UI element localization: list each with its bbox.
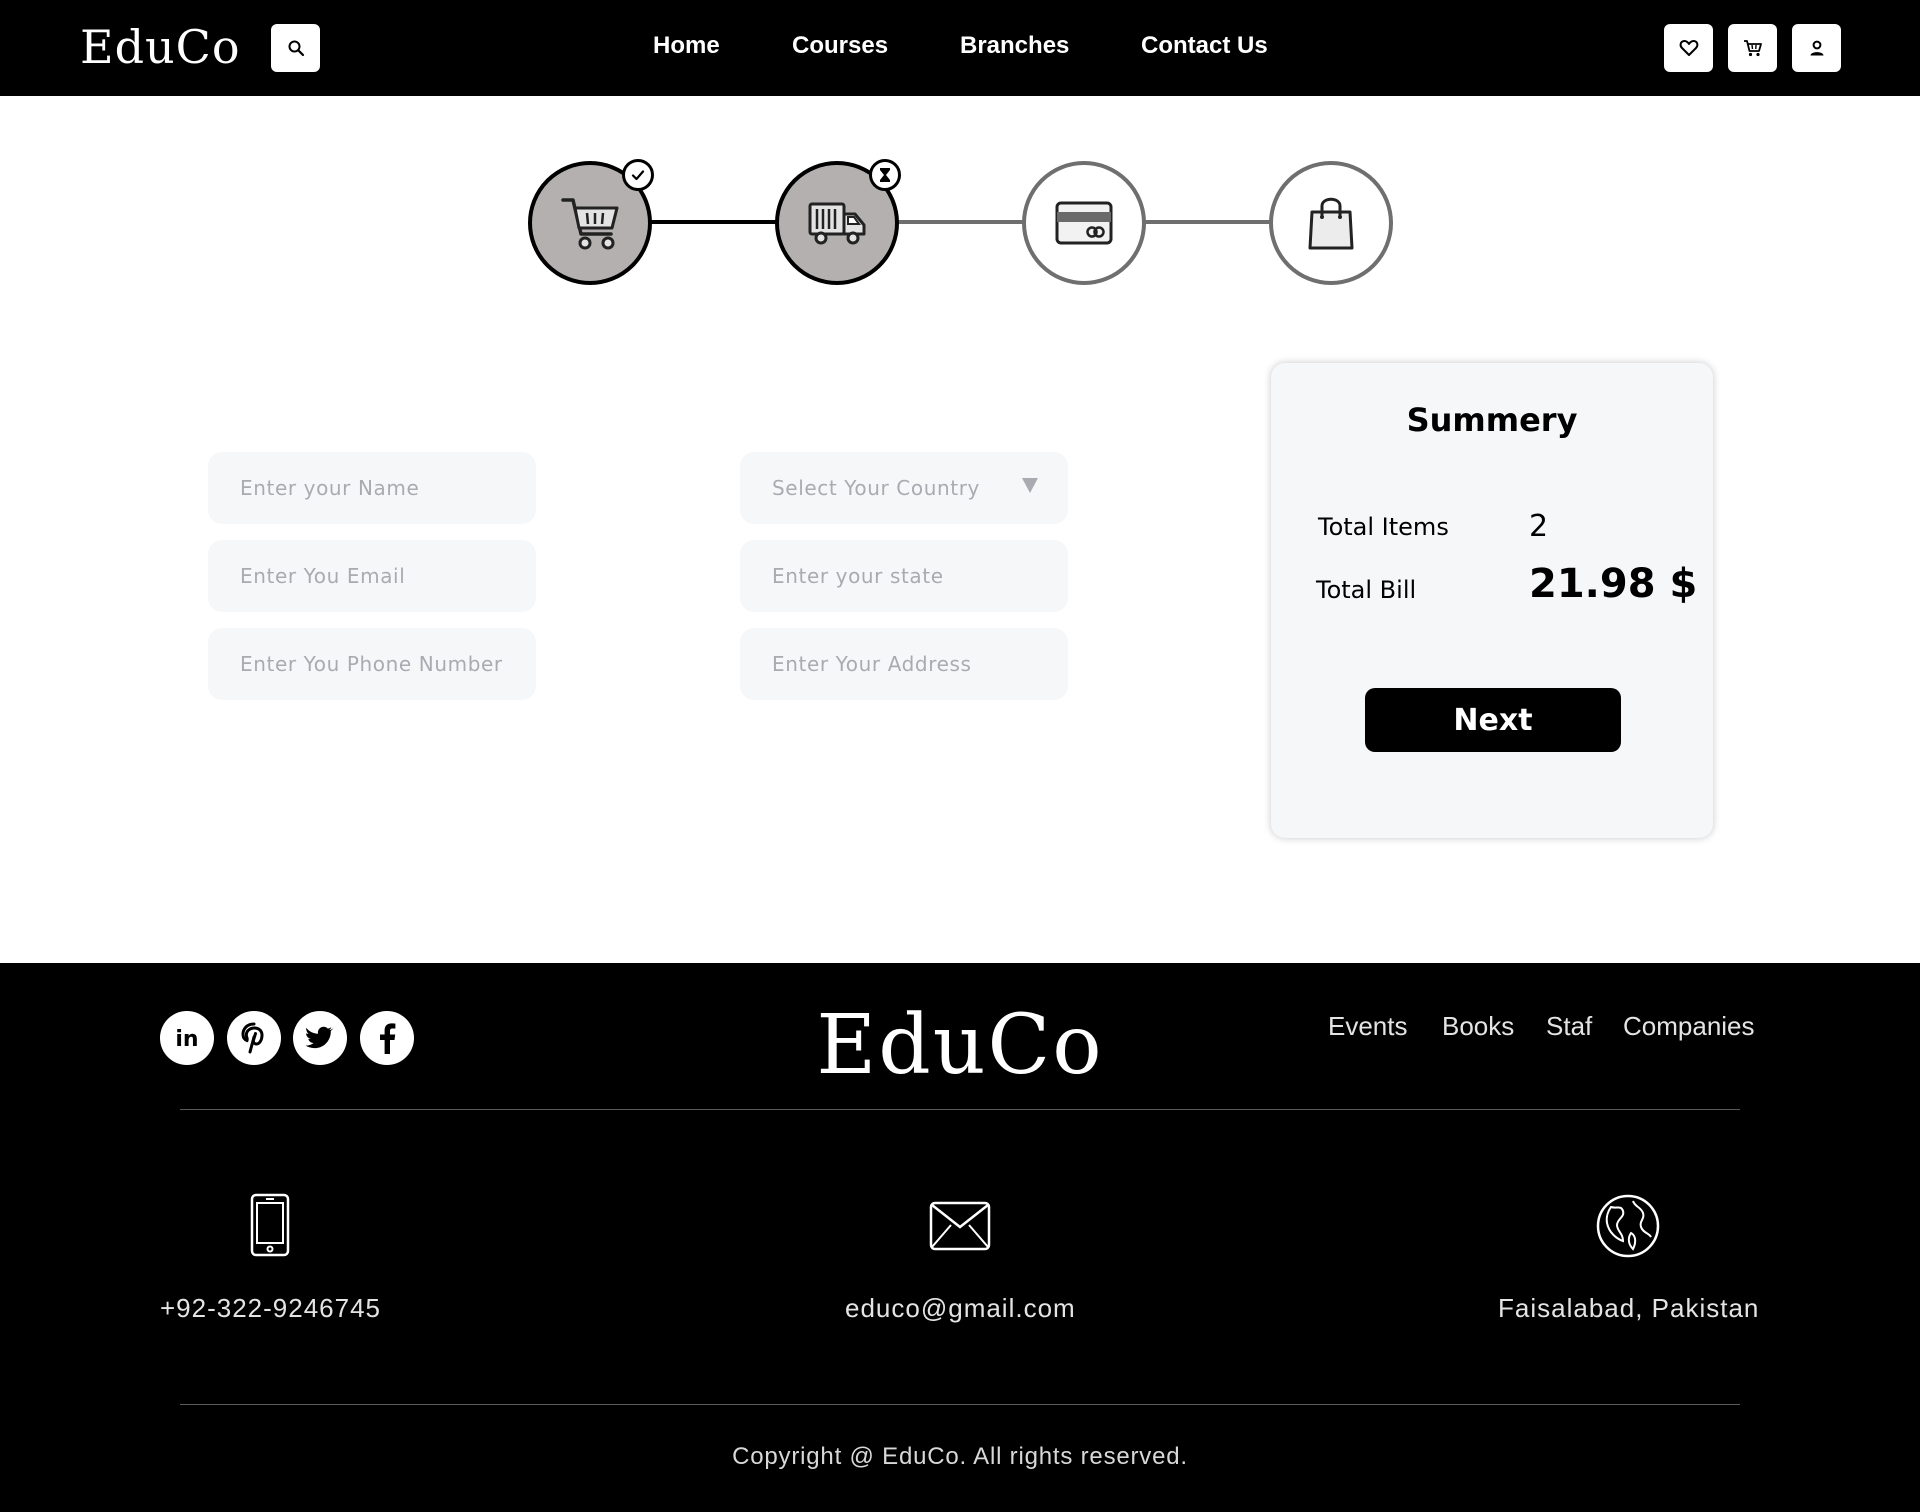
step-shipping[interactable] — [775, 159, 901, 285]
nav-contact-us[interactable]: Contact Us — [1141, 32, 1268, 60]
heart-icon — [1679, 40, 1698, 56]
wishlist-button[interactable] — [1664, 24, 1713, 72]
nav-courses[interactable]: Courses — [792, 32, 888, 60]
total-bill-value: 21.98 $ — [1529, 561, 1698, 607]
summary-title: Summery — [1406, 401, 1578, 439]
footer-link-staf[interactable]: Staf — [1546, 1011, 1592, 1042]
step-payment[interactable] — [1022, 161, 1146, 285]
step-order-complete[interactable] — [1269, 161, 1393, 285]
globe-icon — [1596, 1194, 1660, 1258]
country-select-value: Select Your Country — [772, 476, 980, 500]
step-connector — [896, 220, 1024, 224]
phone-field[interactable] — [208, 628, 536, 700]
total-items-value: 2 — [1529, 509, 1549, 544]
hourglass-icon — [880, 168, 890, 182]
site-logo[interactable]: EduCo — [80, 20, 241, 74]
footer-phone[interactable]: +92-322-9246745 — [160, 1293, 381, 1324]
cart-button[interactable] — [1728, 24, 1777, 72]
next-button[interactable]: Next — [1365, 688, 1621, 752]
truck-icon — [808, 202, 866, 245]
top-navbar: EduCo Home Courses Branches Contact Us — [0, 0, 1920, 96]
order-summary-card: Summery Total Items 2 Total Bill 21.98 $… — [1271, 363, 1713, 838]
check-icon — [631, 170, 645, 181]
phone-icon — [250, 1193, 290, 1257]
step-in-progress-badge — [869, 159, 901, 191]
credit-card-icon — [1055, 201, 1113, 245]
user-icon — [1810, 40, 1823, 56]
footer-link-events[interactable]: Events — [1328, 1011, 1408, 1042]
nav-home[interactable]: Home — [653, 32, 720, 60]
site-footer: in EduCo Events Books Staf Companies +92… — [0, 963, 1920, 1512]
country-select[interactable]: Select Your Country — [740, 452, 1068, 524]
search-icon — [288, 40, 304, 57]
footer-location: Faisalabad, Pakistan — [1498, 1293, 1760, 1323]
search-button[interactable] — [271, 24, 320, 72]
step-cart[interactable] — [528, 159, 654, 285]
total-bill-label: Total Bill — [1316, 576, 1417, 604]
chevron-down-icon — [1022, 478, 1038, 493]
state-field[interactable] — [740, 540, 1068, 612]
total-items-label: Total Items — [1318, 513, 1449, 541]
step-connector — [650, 220, 778, 224]
footer-divider — [180, 1404, 1740, 1405]
account-button[interactable] — [1792, 24, 1841, 72]
cart-icon — [1743, 40, 1762, 57]
address-field[interactable] — [740, 628, 1068, 700]
envelope-icon — [929, 1201, 991, 1251]
cart-icon — [561, 198, 619, 250]
checkout-progress-stepper — [0, 150, 1920, 290]
footer-link-companies[interactable]: Companies — [1623, 1011, 1755, 1042]
nav-branches[interactable]: Branches — [960, 32, 1069, 60]
email-field[interactable] — [208, 540, 536, 612]
name-field[interactable] — [208, 452, 536, 524]
footer-divider — [180, 1109, 1740, 1110]
step-connector — [1144, 220, 1272, 224]
step-complete-badge — [622, 159, 654, 191]
shopping-bag-icon — [1308, 197, 1354, 250]
footer-email[interactable]: educo@gmail.com — [845, 1293, 1076, 1324]
footer-link-books[interactable]: Books — [1442, 1011, 1514, 1042]
copyright-text: Copyright @ EduCo. All rights reserved. — [732, 1443, 1188, 1470]
